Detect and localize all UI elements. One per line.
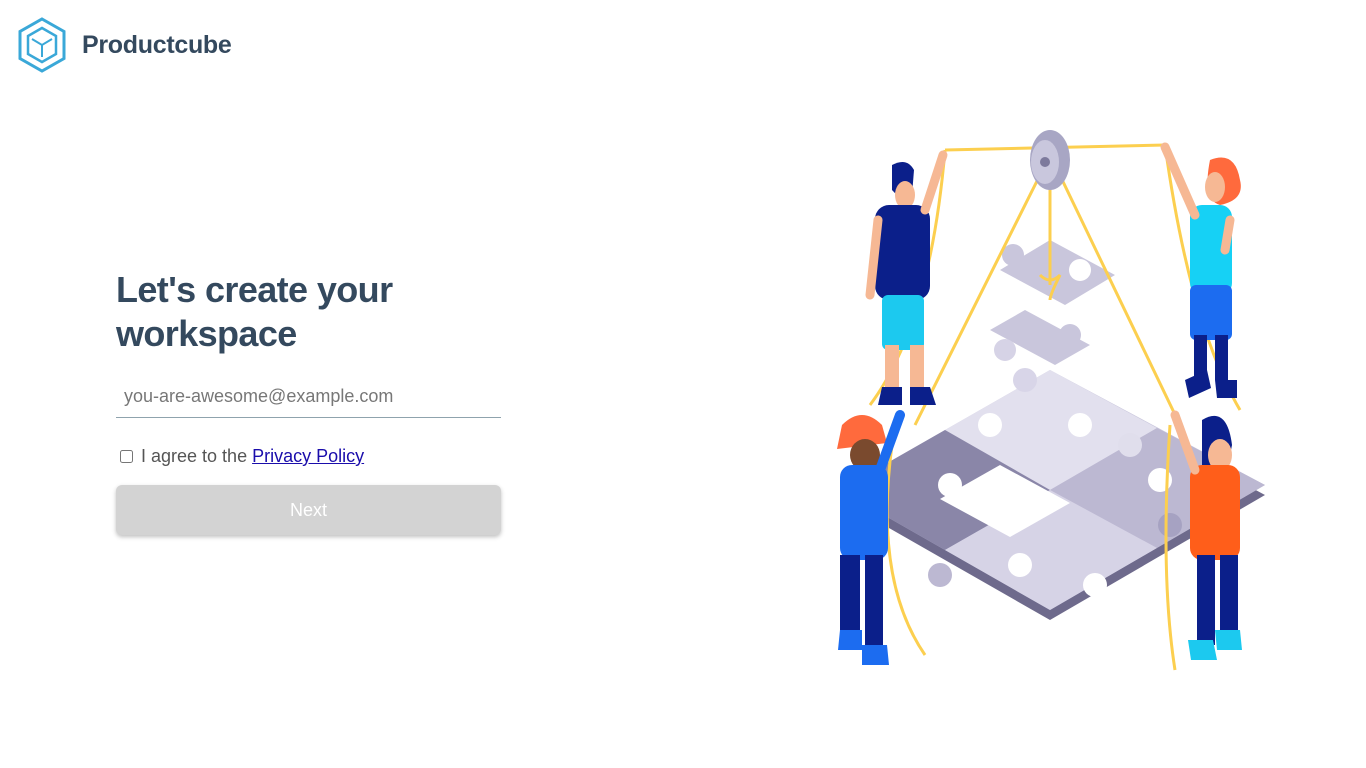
email-input[interactable]	[116, 376, 501, 417]
brand-name: Productcube	[82, 30, 232, 59]
team-puzzle-illustration	[837, 130, 1265, 671]
agree-label: I agree to the	[141, 446, 248, 466]
hanging-puzzle-pieces	[990, 240, 1115, 365]
page-title: Let's create your workspace	[116, 269, 393, 354]
hexagon-cube-icon	[18, 17, 66, 73]
pulley	[1030, 130, 1070, 190]
agree-checkbox[interactable]	[120, 450, 133, 463]
page: Productcube Let's create your workspace …	[0, 0, 1366, 768]
person-top-right	[1160, 142, 1241, 398]
privacy-policy-link[interactable]: Privacy Policy	[252, 446, 364, 467]
person-top-left	[865, 150, 948, 405]
workspace-form: Let's create your workspace I agree to t…	[116, 268, 566, 535]
next-button[interactable]: Next	[116, 485, 501, 535]
person-bottom-left	[837, 410, 905, 665]
privacy-agreement: I agree to the Privacy Policy	[116, 446, 566, 467]
email-field-wrapper	[116, 376, 501, 418]
brand-logo[interactable]: Productcube	[17, 17, 232, 73]
